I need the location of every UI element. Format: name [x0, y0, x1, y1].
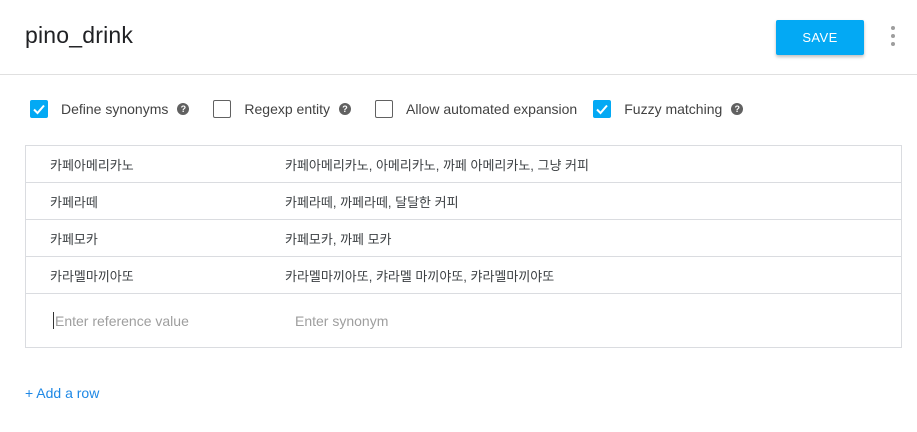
more-vert-icon[interactable] [886, 26, 900, 46]
synonym-table: 카페아메리카노 카페아메리카노, 아메리카노, 까페 아메리카노, 그냥 커피 … [25, 145, 902, 348]
checkmark-icon [596, 104, 608, 115]
add-row-link[interactable]: + Add a row [25, 385, 99, 401]
save-button[interactable]: SAVE [776, 20, 864, 55]
reference-value[interactable]: 카라멜마끼아또 [50, 266, 134, 285]
allow-automated-expansion-label: Allow automated expansion [406, 101, 578, 117]
table-row[interactable]: 카페라떼 카페라떼, 까페라떼, 달달한 커피 [26, 183, 901, 220]
regexp-entity-checkbox[interactable] [213, 100, 232, 118]
entity-title: pino_drink [25, 22, 134, 48]
synonym-list[interactable]: 카페아메리카노, 아메리카노, 까페 아메리카노, 그냥 커피 [285, 155, 589, 174]
fuzzy-matching-label: Fuzzy matching [624, 101, 723, 117]
synonym-list[interactable]: 카라멜마끼아또, 캬라멜 마끼야또, 캬라멜마끼야또 [285, 266, 554, 285]
option-regexp-entity: Regexp entity ? [213, 100, 365, 118]
synonym-input[interactable] [293, 309, 877, 333]
reference-value-input[interactable] [53, 309, 277, 333]
table-row[interactable]: 카페아메리카노 카페아메리카노, 아메리카노, 까페 아메리카노, 그냥 커피 [26, 146, 901, 183]
table-row[interactable]: 카라멜마끼아또 카라멜마끼아또, 캬라멜 마끼야또, 캬라멜마끼야또 [26, 257, 901, 294]
define-synonyms-checkbox[interactable] [30, 100, 48, 118]
dot [891, 42, 895, 46]
option-fuzzy-matching: Fuzzy matching ? [593, 100, 757, 118]
dot [891, 34, 895, 38]
option-define-synonyms: Define synonyms ? [30, 100, 203, 118]
synonym-list[interactable]: 카페라떼, 까페라떼, 달달한 커피 [285, 192, 459, 211]
help-icon[interactable]: ? [339, 103, 351, 115]
new-row [26, 295, 901, 347]
reference-value[interactable]: 카페아메리카노 [50, 155, 134, 174]
checkmark-icon [33, 104, 45, 115]
help-icon[interactable]: ? [731, 103, 744, 115]
option-allow-automated-expansion: Allow automated expansion [375, 100, 583, 118]
dot [891, 26, 895, 30]
reference-value[interactable]: 카페라떼 [50, 192, 98, 211]
header-bar: pino_drink SAVE [0, 0, 917, 75]
entity-options: Define synonyms ? Regexp entity ? Allow … [30, 98, 767, 120]
help-icon[interactable]: ? [177, 103, 190, 115]
reference-value[interactable]: 카페모카 [50, 229, 98, 248]
synonym-list[interactable]: 카페모카, 까페 모카 [285, 229, 392, 248]
define-synonyms-label: Define synonyms [61, 101, 169, 117]
regexp-entity-label: Regexp entity [244, 101, 330, 117]
fuzzy-matching-checkbox[interactable] [593, 100, 612, 118]
table-row[interactable]: 카페모카 카페모카, 까페 모카 [26, 220, 901, 257]
allow-automated-expansion-checkbox[interactable] [375, 100, 393, 118]
